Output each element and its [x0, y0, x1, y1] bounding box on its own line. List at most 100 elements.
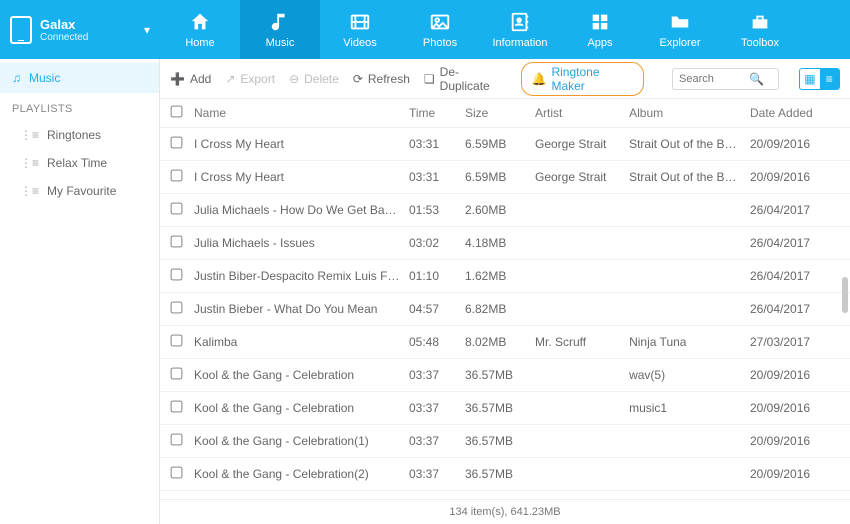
nav-videos[interactable]: Videos: [320, 0, 400, 59]
sidebar-item-ringtones[interactable]: ⋮≡Ringtones: [0, 121, 159, 149]
nav-apps[interactable]: Apps: [560, 0, 640, 59]
cell-time: 03:37: [409, 467, 465, 481]
cell-time: 01:53: [409, 203, 465, 217]
row-checkbox[interactable]: [171, 302, 183, 314]
cell-name: Kalimba: [194, 335, 409, 349]
table-row[interactable]: Kool & the Gang - Celebration(2)03:3736.…: [160, 458, 850, 491]
chevron-down-icon: ▾: [144, 23, 150, 37]
row-checkbox[interactable]: [171, 236, 183, 248]
cell-date: 20/09/2016: [750, 137, 840, 151]
cell-time: 03:31: [409, 170, 465, 184]
search-icon: 🔍: [749, 72, 764, 86]
cell-name: I Cross My Heart: [194, 170, 409, 184]
grid-view-button[interactable]: ▦: [800, 69, 819, 89]
table-row[interactable]: I Cross My Heart03:316.59MBGeorge Strait…: [160, 128, 850, 161]
nav-home[interactable]: Home: [160, 0, 240, 59]
cell-time: 03:37: [409, 368, 465, 382]
nav-music[interactable]: Music: [240, 0, 320, 59]
table-row[interactable]: Julia Michaels - How Do We Get Ba…01:532…: [160, 194, 850, 227]
cell-size: 36.57MB: [465, 401, 535, 415]
refresh-button[interactable]: ⟳Refresh: [353, 72, 410, 86]
cell-time: 03:37: [409, 434, 465, 448]
row-checkbox[interactable]: [171, 269, 183, 281]
col-date[interactable]: Date Added: [750, 106, 840, 120]
row-checkbox[interactable]: [171, 137, 183, 149]
cell-album: music1: [629, 401, 750, 415]
cell-date: 20/09/2016: [750, 467, 840, 481]
add-button[interactable]: ➕Add: [170, 72, 211, 86]
cell-album: Strait Out of the B…: [629, 170, 750, 184]
nav-information[interactable]: Information: [480, 0, 560, 59]
cell-time: 03:02: [409, 236, 465, 250]
cell-time: 03:37: [409, 401, 465, 415]
list-icon: ⋮≡: [20, 156, 39, 170]
cell-time: 04:57: [409, 302, 465, 316]
cell-album: Strait Out of the B…: [629, 137, 750, 151]
table-row[interactable]: Kool & the Gang - Celebration(1)03:3736.…: [160, 425, 850, 458]
cell-size: 6.82MB: [465, 302, 535, 316]
col-size[interactable]: Size: [465, 106, 535, 120]
row-checkbox[interactable]: [171, 467, 183, 479]
table-row[interactable]: Kalimba05:488.02MBMr. ScruffNinja Tuna27…: [160, 326, 850, 359]
cell-size: 4.18MB: [465, 236, 535, 250]
col-album[interactable]: Album: [629, 106, 750, 120]
toolbar: ➕Add ↗Export ⊖Delete ⟳Refresh ❏De-Duplic…: [160, 59, 850, 99]
cell-name: Justin Biber-Despacito Remix Luis F…: [194, 269, 409, 283]
row-checkbox[interactable]: [171, 203, 183, 215]
table-row[interactable]: I Cross My Heart03:316.59MBGeorge Strait…: [160, 161, 850, 194]
device-menu[interactable]: Galax Connected ▾: [0, 0, 160, 59]
sidebar-item-my-favourite[interactable]: ⋮≡My Favourite: [0, 177, 159, 205]
nav-photos[interactable]: Photos: [400, 0, 480, 59]
col-artist[interactable]: Artist: [535, 106, 629, 120]
cell-size: 36.57MB: [465, 434, 535, 448]
device-name: Galax: [40, 17, 138, 32]
row-checkbox[interactable]: [171, 434, 183, 446]
search-field[interactable]: [679, 73, 749, 85]
table-row[interactable]: Kool & the Gang - Celebration03:3736.57M…: [160, 359, 850, 392]
row-checkbox[interactable]: [171, 368, 183, 380]
cell-date: 26/04/2017: [750, 236, 840, 250]
scrollbar-thumb[interactable]: [842, 277, 848, 313]
sidebar-item-relax-time[interactable]: ⋮≡Relax Time: [0, 149, 159, 177]
col-time[interactable]: Time: [409, 106, 465, 120]
phone-icon: [10, 16, 32, 44]
toolbox-icon: [749, 11, 771, 33]
table-row[interactable]: Julia Michaels - Issues03:024.18MB26/04/…: [160, 227, 850, 260]
cell-time: 05:48: [409, 335, 465, 349]
cell-name: Kool & the Gang - Celebration(2): [194, 467, 409, 481]
bell-plus-icon: 🔔: [532, 72, 547, 86]
sidebar: ♫ Music PLAYLISTS ⋮≡Ringtones ⋮≡Relax Ti…: [0, 59, 160, 524]
row-checkbox[interactable]: [171, 170, 183, 182]
cell-album: Ninja Tuna: [629, 335, 750, 349]
cell-time: 03:31: [409, 137, 465, 151]
cell-size: 2.60MB: [465, 203, 535, 217]
cell-size: 36.57MB: [465, 368, 535, 382]
delete-button[interactable]: ⊖Delete: [289, 72, 339, 86]
col-name[interactable]: Name: [194, 106, 409, 120]
table-row[interactable]: Kygo - Carry Me ft. Julia Michaels03:144…: [160, 491, 850, 499]
home-icon: [189, 11, 211, 33]
cell-date: 26/04/2017: [750, 302, 840, 316]
list-icon: ⋮≡: [20, 184, 39, 198]
list-view-button[interactable]: ≡: [820, 69, 839, 89]
nav-explorer[interactable]: Explorer: [640, 0, 720, 59]
select-all-checkbox[interactable]: [171, 106, 183, 118]
table-row[interactable]: Kool & the Gang - Celebration03:3736.57M…: [160, 392, 850, 425]
search-input[interactable]: 🔍: [672, 68, 779, 90]
cell-size: 6.59MB: [465, 170, 535, 184]
cell-name: Kool & the Gang - Celebration: [194, 368, 409, 382]
cell-artist: George Strait: [535, 170, 629, 184]
table-row[interactable]: Justin Biber-Despacito Remix Luis F…01:1…: [160, 260, 850, 293]
ringtone-maker-button[interactable]: 🔔Ringtone Maker: [521, 62, 645, 96]
export-button[interactable]: ↗Export: [225, 72, 275, 86]
cell-size: 1.62MB: [465, 269, 535, 283]
nav-toolbox[interactable]: Toolbox: [720, 0, 800, 59]
row-checkbox[interactable]: [171, 401, 183, 413]
table-row[interactable]: Justin Bieber - What Do You Mean04:576.8…: [160, 293, 850, 326]
sidebar-item-music[interactable]: ♫ Music: [0, 63, 159, 93]
item-count-summary: 134 item(s), 641.23MB: [449, 506, 560, 518]
row-checkbox[interactable]: [171, 335, 183, 347]
cell-date: 27/03/2017: [750, 335, 840, 349]
deduplicate-button[interactable]: ❏De-Duplicate: [424, 65, 507, 93]
cell-size: 36.57MB: [465, 467, 535, 481]
